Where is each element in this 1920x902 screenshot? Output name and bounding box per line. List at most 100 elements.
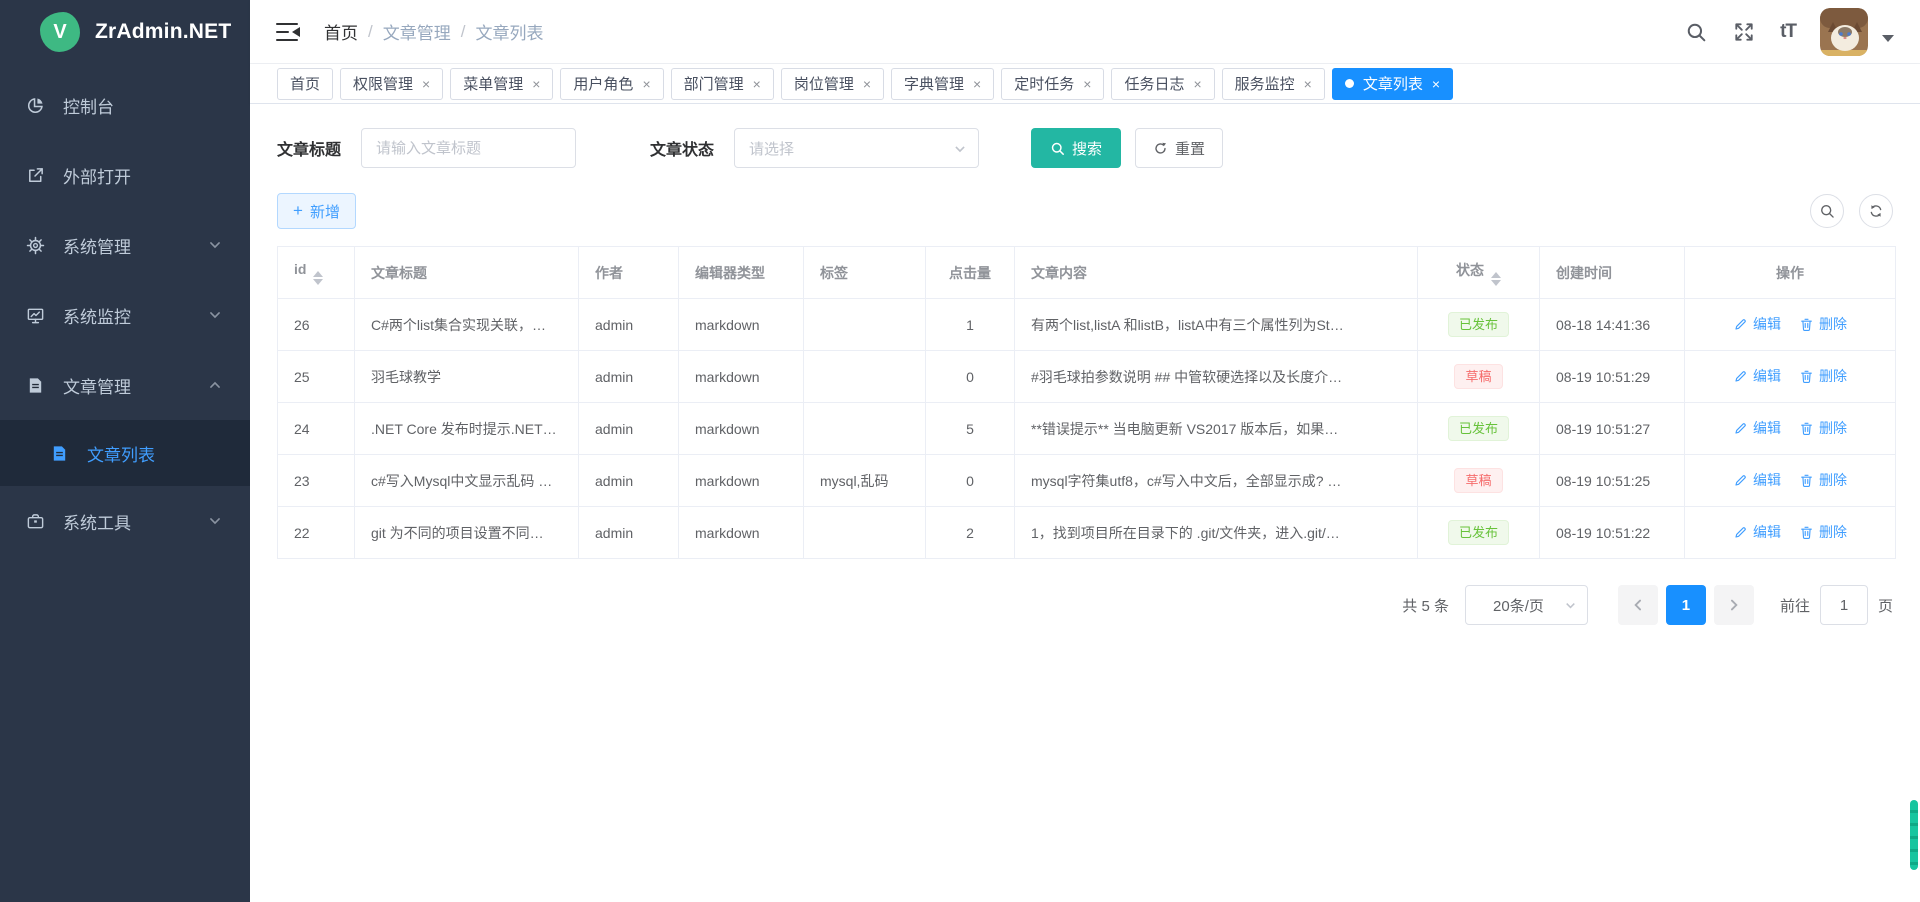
tab-首页[interactable]: 首页 <box>277 68 333 100</box>
cell-id: 22 <box>278 507 355 559</box>
page-number-button[interactable]: 1 <box>1666 585 1706 625</box>
sidebar-menu: 控制台外部打开系统管理系统监控文章管理文章列表系统工具 <box>0 70 250 556</box>
add-button[interactable]: + 新增 <box>277 193 356 229</box>
tab-菜单管理[interactable]: 菜单管理 × <box>450 68 553 100</box>
tab-服务监控[interactable]: 服务监控× <box>1222 68 1325 100</box>
cell-id: 26 <box>278 299 355 351</box>
edit-button[interactable]: 编辑 <box>1733 418 1781 438</box>
cell-created: 08-18 14:41:36 <box>1540 299 1685 351</box>
sidebar-item-system-tools[interactable]: 系统工具 <box>0 486 250 556</box>
close-icon[interactable]: × <box>532 77 540 91</box>
close-icon[interactable]: × <box>1083 77 1091 91</box>
search-button[interactable]: 搜索 <box>1031 128 1121 168</box>
edit-button[interactable]: 编辑 <box>1733 470 1781 490</box>
column-header-status[interactable]: 状态 <box>1418 247 1540 299</box>
tab-字典管理[interactable]: 字典管理× <box>891 68 994 100</box>
cell-created: 08-19 10:51:25 <box>1540 455 1685 507</box>
breadcrumb-item[interactable]: 首页 <box>324 19 358 44</box>
sidebar-collapse-button[interactable] <box>276 22 300 42</box>
chevron-down-icon <box>208 514 222 528</box>
edit-icon <box>1733 421 1748 436</box>
page-content: 文章标题 文章状态 请选择 搜索 <box>250 104 1920 902</box>
pagination-total: 共 5 条 <box>1402 595 1449 616</box>
sidebar-item-label: 文章列表 <box>87 441 222 466</box>
avatar[interactable] <box>1820 8 1868 56</box>
close-icon[interactable]: × <box>422 77 430 91</box>
article-table: id文章标题作者编辑器类型标签点击量文章内容状态创建时间操作 26C#两个lis… <box>277 246 1893 559</box>
cell-editor: markdown <box>679 403 804 455</box>
user-menu-caret-icon[interactable] <box>1882 35 1894 42</box>
trash-icon <box>1799 317 1814 332</box>
reset-button[interactable]: 重置 <box>1135 128 1223 168</box>
pagination-goto: 前往 页 <box>1780 585 1893 625</box>
cell-status: 已发布 <box>1418 403 1540 455</box>
tab-岗位管理[interactable]: 岗位管理× <box>781 68 884 100</box>
breadcrumb-item[interactable]: 文章管理 <box>383 19 451 44</box>
cell-content: 1，找到项目所在目录下的 .git/文件夹，进入.git/… <box>1015 507 1418 559</box>
column-header-id[interactable]: id <box>278 247 355 299</box>
delete-button[interactable]: 删除 <box>1799 418 1847 438</box>
app-logo[interactable]: V ZrAdmin.NET <box>0 0 250 64</box>
sidebar-item-article-manage[interactable]: 文章管理 <box>0 350 250 420</box>
delete-button[interactable]: 删除 <box>1799 366 1847 386</box>
close-icon[interactable]: × <box>863 77 871 91</box>
tab-label: 定时任务 <box>1014 73 1074 94</box>
search-icon[interactable] <box>1684 20 1708 44</box>
tab-定时任务[interactable]: 定时任务 × <box>1001 68 1104 100</box>
chevron-down-icon <box>208 308 222 322</box>
sidebar-item-system-monitor[interactable]: 系统监控 <box>0 280 250 350</box>
edit-button[interactable]: 编辑 <box>1733 314 1781 334</box>
cell-status: 已发布 <box>1418 299 1540 351</box>
cell-editor: markdown <box>679 351 804 403</box>
tab-label: 菜单管理 <box>463 73 523 94</box>
edit-icon <box>1733 525 1748 540</box>
article-title-input[interactable] <box>361 128 576 168</box>
pagination: 共 5 条 20条/页 1 前往 页 <box>277 585 1893 625</box>
edit-button[interactable]: 编辑 <box>1733 366 1781 386</box>
tab-用户角色[interactable]: 用户角色× <box>560 68 663 100</box>
app-title: ZrAdmin.NET <box>95 20 231 44</box>
edit-button[interactable]: 编辑 <box>1733 522 1781 542</box>
sort-caret-icon[interactable] <box>1491 272 1501 286</box>
close-icon[interactable]: × <box>1193 77 1201 91</box>
toggle-search-button[interactable] <box>1810 194 1844 228</box>
sidebar-item-article-list[interactable]: 文章列表 <box>0 420 250 486</box>
close-icon[interactable]: × <box>1432 77 1440 91</box>
sort-caret-icon[interactable] <box>313 271 323 285</box>
close-icon[interactable]: × <box>1304 77 1312 91</box>
tab-label: 权限管理 <box>353 73 413 94</box>
scrollbar-thumb[interactable] <box>1910 800 1918 870</box>
sidebar-item-external-open[interactable]: 外部打开 <box>0 140 250 210</box>
goto-page-input[interactable] <box>1820 585 1868 625</box>
close-icon[interactable]: × <box>642 77 650 91</box>
next-page-button[interactable] <box>1714 585 1754 625</box>
tab-部门管理[interactable]: 部门管理 × <box>671 68 774 100</box>
font-size-icon[interactable]: tT <box>1780 21 1796 43</box>
edit-icon <box>1733 473 1748 488</box>
cell-created: 08-19 10:51:29 <box>1540 351 1685 403</box>
sidebar-item-dashboard[interactable]: 控制台 <box>0 70 250 140</box>
close-icon[interactable]: × <box>753 77 761 91</box>
sidebar-item-label: 系统工具 <box>63 509 208 534</box>
tab-label: 部门管理 <box>684 73 744 94</box>
tab-权限管理[interactable]: 权限管理 × <box>340 68 443 100</box>
fullscreen-icon[interactable] <box>1732 20 1756 44</box>
table-header-row: id文章标题作者编辑器类型标签点击量文章内容状态创建时间操作 <box>278 247 1896 299</box>
cell-ops: 编辑删除 <box>1685 351 1896 403</box>
table-row: 25羽毛球教学adminmarkdown0#羽毛球拍参数说明 ## 中管软硬选择… <box>278 351 1896 403</box>
tab-文章列表[interactable]: 文章列表× <box>1332 68 1453 100</box>
delete-button[interactable]: 删除 <box>1799 522 1847 542</box>
page-size-select[interactable]: 20条/页 <box>1465 585 1588 625</box>
status-badge: 草稿 <box>1454 364 1502 390</box>
refresh-icon <box>1153 141 1168 156</box>
delete-button[interactable]: 删除 <box>1799 470 1847 490</box>
column-header-ops: 操作 <box>1685 247 1896 299</box>
tab-任务日志[interactable]: 任务日志× <box>1111 68 1214 100</box>
refresh-table-button[interactable] <box>1859 194 1893 228</box>
close-icon[interactable]: × <box>973 77 981 91</box>
sidebar-item-system-manage[interactable]: 系统管理 <box>0 210 250 280</box>
article-status-select[interactable]: 请选择 <box>734 128 979 168</box>
cell-id: 24 <box>278 403 355 455</box>
delete-button[interactable]: 删除 <box>1799 314 1847 334</box>
prev-page-button[interactable] <box>1618 585 1658 625</box>
